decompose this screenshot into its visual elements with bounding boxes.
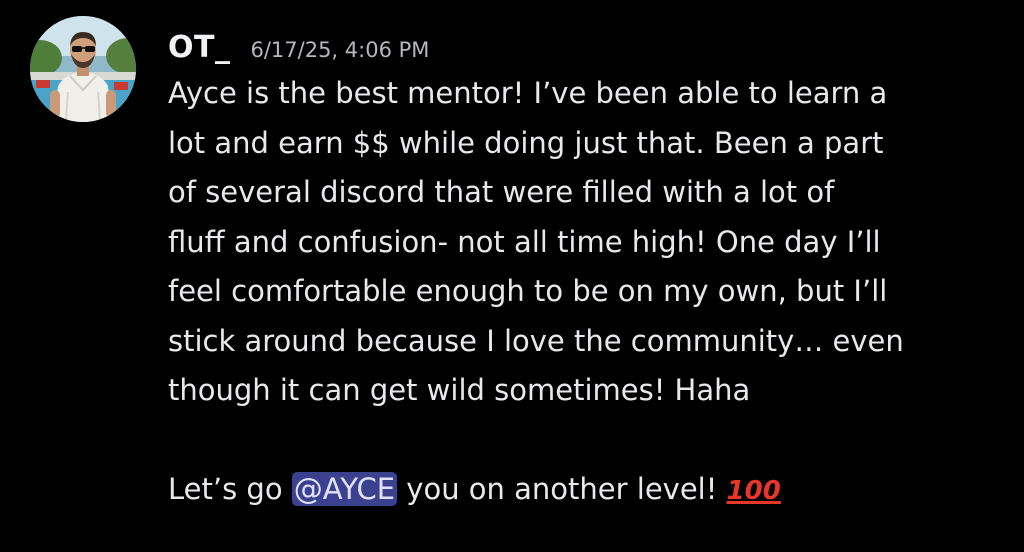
message-line-final: Let’s go @AYCE you on another level! 100 <box>168 465 1008 517</box>
message-line: Ayce is the best mentor! I’ve been able … <box>168 76 888 110</box>
message-body: Ayce is the best mentor! I’ve been able … <box>168 69 1008 517</box>
chat-message: OT_ 6/17/25, 4:06 PM Ayce is the best me… <box>30 16 1010 546</box>
message-line: though it can get wild sometimes! Haha <box>168 373 751 407</box>
paragraph-break <box>168 416 1008 466</box>
message-text-prefix: Let’s go <box>168 472 292 506</box>
message-text-suffix: you on another level! <box>397 472 727 506</box>
message-line: stick around because I love the communit… <box>168 323 904 358</box>
message-content: OT_ 6/17/25, 4:06 PM Ayce is the best me… <box>168 30 1008 517</box>
message-line: feel comfortable enough to be on my own,… <box>168 274 888 308</box>
message-line: of several discord that were filled with… <box>168 175 835 209</box>
message-timestamp[interactable]: 6/17/25, 4:06 PM <box>250 38 429 62</box>
avatar[interactable] <box>30 16 136 122</box>
message-header: OT_ 6/17/25, 4:06 PM <box>168 30 1008 68</box>
author-name[interactable]: OT_ <box>168 30 230 65</box>
message-line: fluff and confusion- not all time high! … <box>168 224 881 259</box>
profile-photo-icon <box>30 16 136 122</box>
hundred-points-icon: 100 <box>726 476 781 506</box>
user-mention[interactable]: @AYCE <box>291 472 398 506</box>
message-line: lot and earn $$ while doing just that. B… <box>168 125 884 160</box>
